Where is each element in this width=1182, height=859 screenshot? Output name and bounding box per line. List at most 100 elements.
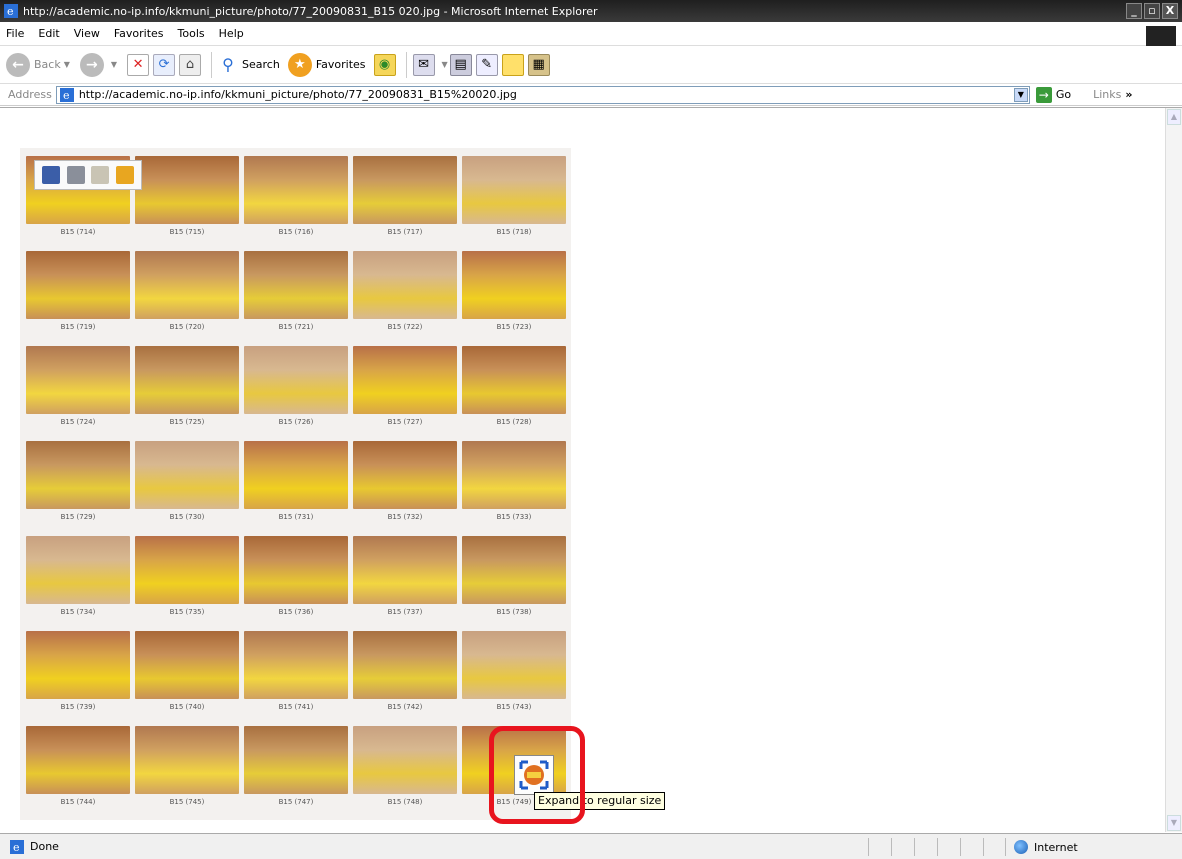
thumbnail-caption: B15 (743) xyxy=(496,703,532,711)
email-icon[interactable] xyxy=(91,166,110,184)
thumbnail-photo xyxy=(244,441,348,509)
address-label: Address xyxy=(8,88,52,101)
thumbnail-caption: B15 (719) xyxy=(60,323,96,331)
thumbnail-caption: B15 (718) xyxy=(496,228,532,236)
thumbnail-caption: B15 (748) xyxy=(387,798,423,806)
thumbnail-photo xyxy=(26,251,130,319)
menu-help[interactable]: Help xyxy=(219,27,244,40)
mail-icon[interactable]: ✉ xyxy=(412,53,435,76)
favorites-label: Favorites xyxy=(315,58,366,71)
toolbar-separator xyxy=(211,51,213,78)
mail-dropdown-icon[interactable]: ▼ xyxy=(442,60,448,69)
discuss-icon[interactable] xyxy=(501,53,524,76)
ie-icon: e xyxy=(4,4,18,18)
address-bar: Address e http://academic.no-ip.info/kkm… xyxy=(0,84,1182,106)
thumbnail-photo xyxy=(462,251,566,319)
windows-logo-icon xyxy=(1146,26,1176,46)
thumbnail-photo xyxy=(26,346,130,414)
thumbnail-caption: B15 (725) xyxy=(169,418,205,426)
links-chevron-icon: » xyxy=(1125,88,1133,101)
print-icon[interactable]: ▤ xyxy=(449,53,472,76)
go-button[interactable]: → Go xyxy=(1035,86,1072,103)
search-icon: ⚲ xyxy=(222,55,234,74)
thumbnail-caption: B15 (741) xyxy=(278,703,314,711)
vertical-scrollbar[interactable]: ▲ ▼ xyxy=(1165,108,1182,832)
thumbnail-caption: B15 (726) xyxy=(278,418,314,426)
thumbnail-caption: B15 (722) xyxy=(387,323,423,331)
thumbnail-caption: B15 (727) xyxy=(387,418,423,426)
thumbnail-caption: B15 (735) xyxy=(169,608,205,616)
menu-bar: File Edit View Favorites Tools Help xyxy=(0,22,1182,46)
refresh-icon[interactable]: ⟳ xyxy=(153,53,176,76)
back-dropdown-icon[interactable]: ▼ xyxy=(64,60,70,69)
menu-view[interactable]: View xyxy=(74,27,100,40)
internet-globe-icon xyxy=(1014,840,1028,854)
thumbnail-caption: B15 (731) xyxy=(278,513,314,521)
thumbnail-photo xyxy=(462,156,566,224)
thumbnail-photo xyxy=(462,631,566,699)
thumbnail-photo xyxy=(135,726,239,794)
address-dropdown-icon[interactable]: ▼ xyxy=(1013,87,1028,102)
status-cell xyxy=(937,838,960,856)
close-button[interactable]: X xyxy=(1162,3,1178,19)
thumbnail-photo xyxy=(462,441,566,509)
save-icon[interactable] xyxy=(42,166,61,184)
menu-edit[interactable]: Edit xyxy=(38,27,59,40)
thumbnail-caption: B15 (716) xyxy=(278,228,314,236)
media-icon[interactable]: ◉ xyxy=(373,53,396,76)
thumbnail-photo xyxy=(353,726,457,794)
thumbnail-caption: B15 (747) xyxy=(278,798,314,806)
thumbnail-photo xyxy=(462,346,566,414)
thumbnail-photo xyxy=(135,441,239,509)
search-label: Search xyxy=(242,58,280,71)
thumbnail-caption: B15 (732) xyxy=(387,513,423,521)
thumbnail-caption: B15 (715) xyxy=(169,228,205,236)
forward-arrow-icon: → xyxy=(79,52,104,77)
standard-toolbar: ← Back ▼ → ▼ ✕ ⟳ ⌂ ⚲ Search ★ Favorites … xyxy=(0,46,1182,84)
contact-sheet-image[interactable]: B15 (714) B15 (715) B15 (716) B15 (717) B15 … xyxy=(20,148,571,820)
security-zone[interactable]: Internet xyxy=(1005,838,1175,856)
minimize-button[interactable]: _ xyxy=(1126,3,1142,19)
maximize-button[interactable]: ▫ xyxy=(1144,3,1160,19)
go-label: Go xyxy=(1055,88,1072,101)
menu-favorites[interactable]: Favorites xyxy=(114,27,164,40)
thumbnail-caption: B15 (738) xyxy=(496,608,532,616)
favorites-button[interactable]: ★ Favorites xyxy=(287,52,366,77)
address-url: http://academic.no-ip.info/kkmuni_pictur… xyxy=(78,88,517,101)
stop-icon[interactable]: ✕ xyxy=(127,53,150,76)
window-title: http://academic.no-ip.info/kkmuni_pictur… xyxy=(23,4,598,18)
status-cell xyxy=(960,838,983,856)
scroll-up-icon[interactable]: ▲ xyxy=(1167,109,1181,125)
thumbnail-photo xyxy=(244,346,348,414)
thumbnail-photo xyxy=(135,251,239,319)
thumbnail-caption: B15 (728) xyxy=(496,418,532,426)
thumbnail-photo xyxy=(26,726,130,794)
back-arrow-icon: ← xyxy=(6,52,30,77)
back-button[interactable]: ← Back ▼ xyxy=(6,52,72,77)
forward-button[interactable]: → ▼ xyxy=(79,52,119,77)
research-icon[interactable]: ▦ xyxy=(527,53,550,76)
menu-tools[interactable]: Tools xyxy=(178,27,205,40)
status-cell xyxy=(891,838,914,856)
content-viewport: B15 (714) B15 (715) B15 (716) B15 (717) B15 … xyxy=(0,107,1182,832)
status-bar: e Done Internet xyxy=(0,833,1182,859)
thumbnail-photo xyxy=(244,536,348,604)
search-button[interactable]: ⚲ Search xyxy=(218,55,280,75)
home-icon[interactable]: ⌂ xyxy=(179,53,202,76)
thumbnail-photo xyxy=(244,726,348,794)
links-button[interactable]: Links» xyxy=(1093,88,1132,101)
thumbnail-photo xyxy=(26,631,130,699)
svg-text:e: e xyxy=(7,5,14,18)
forward-dropdown-icon[interactable]: ▼ xyxy=(111,60,117,69)
address-input[interactable]: e http://academic.no-ip.info/kkmuni_pict… xyxy=(55,85,1030,104)
menu-file[interactable]: File xyxy=(6,27,24,40)
thumbnail-caption: B15 (717) xyxy=(387,228,423,236)
edit-icon[interactable]: ✎ xyxy=(475,53,498,76)
print-icon[interactable] xyxy=(66,166,85,184)
thumbnail-caption: B15 (723) xyxy=(496,323,532,331)
image-toolbar xyxy=(34,160,142,190)
my-pictures-icon[interactable] xyxy=(115,166,134,184)
thumbnail-photo xyxy=(244,631,348,699)
scroll-down-icon[interactable]: ▼ xyxy=(1167,815,1181,831)
back-label: Back xyxy=(34,58,61,71)
